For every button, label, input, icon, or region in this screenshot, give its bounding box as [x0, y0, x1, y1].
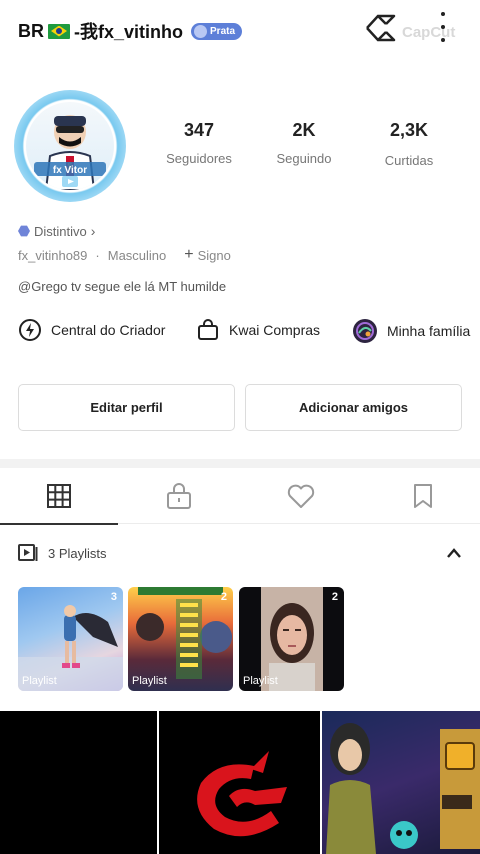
playlist-label: Playlist [22, 675, 57, 687]
playlist-video-count: 2 [220, 591, 227, 603]
game-screenshot-thumbnail [326, 723, 480, 854]
brazil-flag-icon [48, 23, 70, 39]
badges-label: Distintivo [34, 223, 87, 239]
creator-center-shortcut[interactable]: Central do Criador [18, 318, 165, 342]
more-options-icon[interactable] [436, 12, 450, 42]
level-badge[interactable]: Prata [191, 22, 243, 40]
creator-center-label: Central do Criador [51, 322, 166, 338]
playlist-card[interactable]: 2 Playlist [239, 587, 344, 691]
top-bar: BR -我fx_vitinho Prata CapCut [0, 0, 480, 60]
avatar-character-icon: $ fx Vitor [34, 115, 106, 190]
playlist-label: Playlist [243, 675, 278, 687]
followers-count: 347 [183, 120, 215, 140]
playlists-header[interactable]: 3 Playlists [18, 544, 107, 562]
playlist-card[interactable]: 3 Playlist [18, 587, 123, 691]
playlist-icon [18, 544, 38, 561]
tab-saved[interactable] [364, 468, 480, 524]
tab-posts[interactable] [0, 468, 118, 525]
family-shortcut[interactable]: Minha família [352, 318, 470, 344]
garena-logo-icon [197, 751, 287, 837]
svg-text:fx Vitor: fx Vitor [53, 165, 87, 176]
video-thumbnail[interactable] [322, 711, 480, 854]
heart-icon [287, 484, 315, 508]
followers-stat[interactable]: 347 Seguidores [154, 120, 244, 166]
level-badge-label: Prata [210, 25, 236, 37]
following-count: 2K [292, 120, 316, 140]
gender-label: Masculino [107, 247, 167, 263]
add-friends-button[interactable]: Adicionar amigos [245, 384, 462, 431]
badge-icon [194, 24, 208, 38]
playlist-label: Playlist [132, 675, 167, 687]
meta-separator: · [95, 247, 100, 263]
playlist-video-count: 3 [110, 591, 117, 603]
user-handle: fx_vitinho89 [18, 247, 88, 263]
grid-icon [47, 484, 71, 508]
chevron-right-icon: › [90, 223, 96, 239]
kwai-shop-label: Kwai Compras [229, 322, 321, 338]
bookmark-icon [414, 484, 432, 508]
likes-stat[interactable]: 2,3K Curtidas [364, 120, 454, 168]
playlist-card[interactable]: 2 Playlist [128, 587, 233, 691]
section-divider [0, 459, 480, 468]
avatar-image: $ fx Vitor [26, 102, 114, 190]
tab-private[interactable] [120, 468, 238, 524]
family-label: Minha família [387, 323, 471, 339]
video-thumbnail[interactable] [159, 711, 320, 854]
playlist-video-count: 2 [331, 591, 338, 603]
video-thumbnail[interactable] [0, 711, 157, 854]
hexagon-badge-icon [18, 225, 30, 237]
sign-label[interactable]: Signo [198, 248, 231, 263]
following-label: Seguindo [276, 151, 332, 166]
profile-username: BR -我fx_vitinho Prata [18, 18, 243, 44]
lightning-icon [19, 319, 41, 341]
likes-label: Curtidas [384, 153, 434, 168]
lock-icon [167, 483, 191, 509]
badges-link[interactable]: Distintivo › [18, 223, 95, 239]
family-avatar-icon [353, 319, 377, 343]
chevron-up-icon[interactable] [446, 546, 462, 560]
playlists-count-label: 3 Playlists [48, 545, 107, 561]
capcut-logo-icon [366, 14, 396, 42]
kwai-shop-shortcut[interactable]: Kwai Compras [196, 318, 320, 342]
edit-profile-button[interactable]: Editar perfil [18, 384, 235, 431]
following-stat[interactable]: 2K Seguindo [259, 120, 349, 166]
profile-bio: @Grego tv segue ele lá MT humilde [18, 279, 227, 294]
plus-icon[interactable]: + [184, 246, 193, 264]
shopping-bag-icon [198, 319, 218, 340]
username-suffix: -我fx_vitinho [74, 22, 184, 42]
tab-liked[interactable] [242, 468, 360, 524]
content-tabs [0, 468, 480, 525]
username-prefix: BR [18, 20, 44, 41]
profile-avatar[interactable]: $ fx Vitor [14, 90, 126, 202]
profile-meta: fx_vitinho89 · Masculino + Signo [18, 246, 231, 264]
followers-label: Seguidores [166, 151, 232, 166]
likes-count: 2,3K [389, 120, 429, 140]
